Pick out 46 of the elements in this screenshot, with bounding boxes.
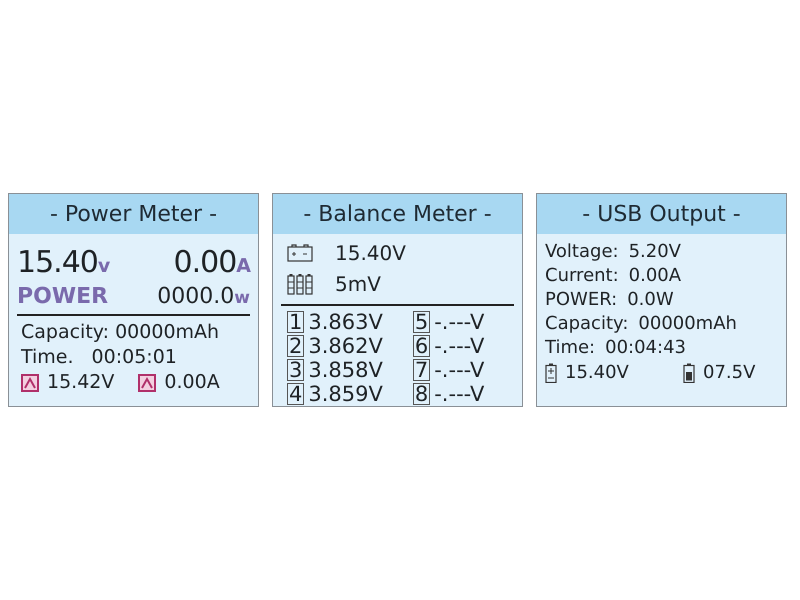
- cell-number: 6: [412, 335, 430, 357]
- time-label: Time.: [21, 345, 74, 370]
- panel-title: - USB Output -: [582, 200, 741, 228]
- usb-label: Current:: [545, 264, 619, 288]
- cell-voltage: 3.859V: [308, 384, 383, 404]
- cell-voltage: -.---V: [434, 384, 484, 404]
- cells-icon: [287, 273, 313, 295]
- total-voltage: 15.40V: [335, 240, 406, 267]
- voltage-reading: 15.40v: [17, 244, 110, 282]
- cell-voltage: -.---V: [434, 312, 484, 332]
- input-voltage: 15.40V: [565, 361, 630, 385]
- battery-icon: [287, 244, 313, 262]
- cell-number: 2: [287, 335, 304, 357]
- usb-reading: 0.00A: [628, 264, 682, 288]
- power-label: POWER: [17, 283, 108, 311]
- usb-reading: 00:04:43: [605, 336, 686, 360]
- usb-label: Capacity:: [545, 312, 628, 336]
- battery-icon: [683, 363, 695, 383]
- current-reading: 0.00A: [173, 244, 250, 282]
- cell-number: 7: [412, 359, 430, 381]
- cell-voltage: -.---V: [434, 336, 484, 356]
- voltage-difference: 5mV: [335, 271, 381, 298]
- cell-number: 3: [287, 359, 304, 381]
- panel-title: - Balance Meter -: [303, 200, 492, 228]
- limit-reading: 15.42V: [47, 370, 114, 395]
- capacity-reading: Capacity: 00000mAh: [21, 320, 220, 345]
- cell-number: 5: [412, 311, 430, 333]
- limit-reading: 0.00A: [164, 370, 220, 395]
- cell-number: 8: [412, 383, 430, 405]
- usb-label: Time:: [545, 336, 596, 360]
- cell-number: 1: [287, 311, 304, 333]
- time-reading: 00:05:01: [92, 345, 177, 370]
- cell-voltage: 3.862V: [308, 336, 383, 356]
- battery-icon: [545, 363, 557, 383]
- usb-label: Voltage:: [545, 240, 619, 264]
- panel-title: - Power Meter -: [50, 200, 218, 228]
- cell-number: 4: [287, 383, 304, 405]
- cell-voltage: 3.863V: [308, 312, 383, 332]
- usb-label: POWER:: [545, 288, 618, 312]
- battery-voltage: 07.5V: [703, 361, 756, 385]
- cell-voltage: -.---V: [434, 360, 484, 380]
- usb-reading: 0.0W: [627, 288, 674, 312]
- usb-reading: 5.20V: [628, 240, 681, 264]
- cell-voltage: 3.858V: [308, 360, 383, 380]
- usb-reading: 00000mAh: [638, 312, 737, 336]
- power-reading: 0000.0w: [157, 283, 250, 311]
